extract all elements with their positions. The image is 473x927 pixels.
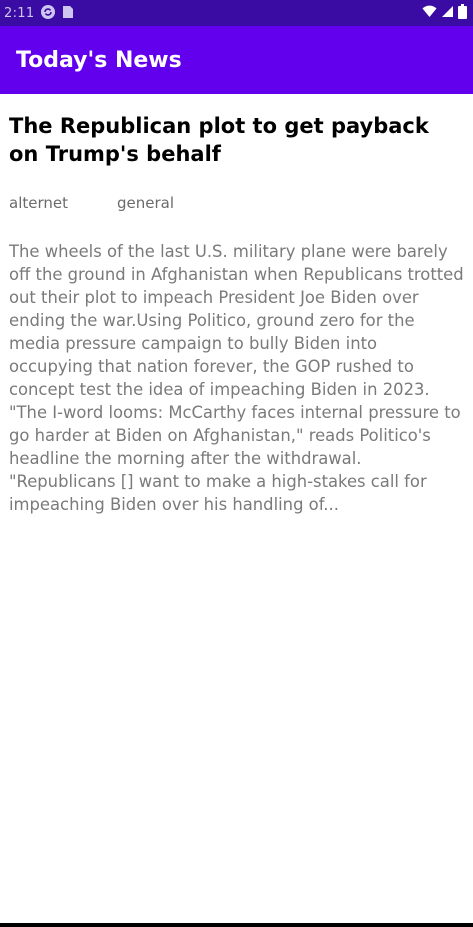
article-category: general bbox=[117, 194, 175, 212]
app-bar: Today's News bbox=[0, 26, 473, 94]
article-title: The Republican plot to get payback on Tr… bbox=[9, 114, 429, 166]
article-meta: alternet general bbox=[9, 194, 464, 212]
article-source: alternet bbox=[9, 194, 68, 212]
status-left: 2:11 bbox=[4, 4, 74, 23]
sim-card-icon bbox=[62, 5, 74, 22]
bottom-edge bbox=[0, 923, 473, 927]
article-body: The wheels of the last U.S. military pla… bbox=[9, 242, 464, 514]
wifi-icon bbox=[422, 5, 437, 21]
sync-icon bbox=[40, 4, 56, 23]
status-bar: 2:11 bbox=[0, 0, 473, 26]
app-title: Today's News bbox=[16, 47, 182, 73]
signal-icon bbox=[441, 5, 454, 21]
article-card[interactable]: The Republican plot to get payback on Tr… bbox=[9, 94, 464, 516]
status-time: 2:11 bbox=[4, 5, 35, 21]
battery-icon bbox=[458, 4, 467, 22]
status-right bbox=[422, 4, 467, 22]
